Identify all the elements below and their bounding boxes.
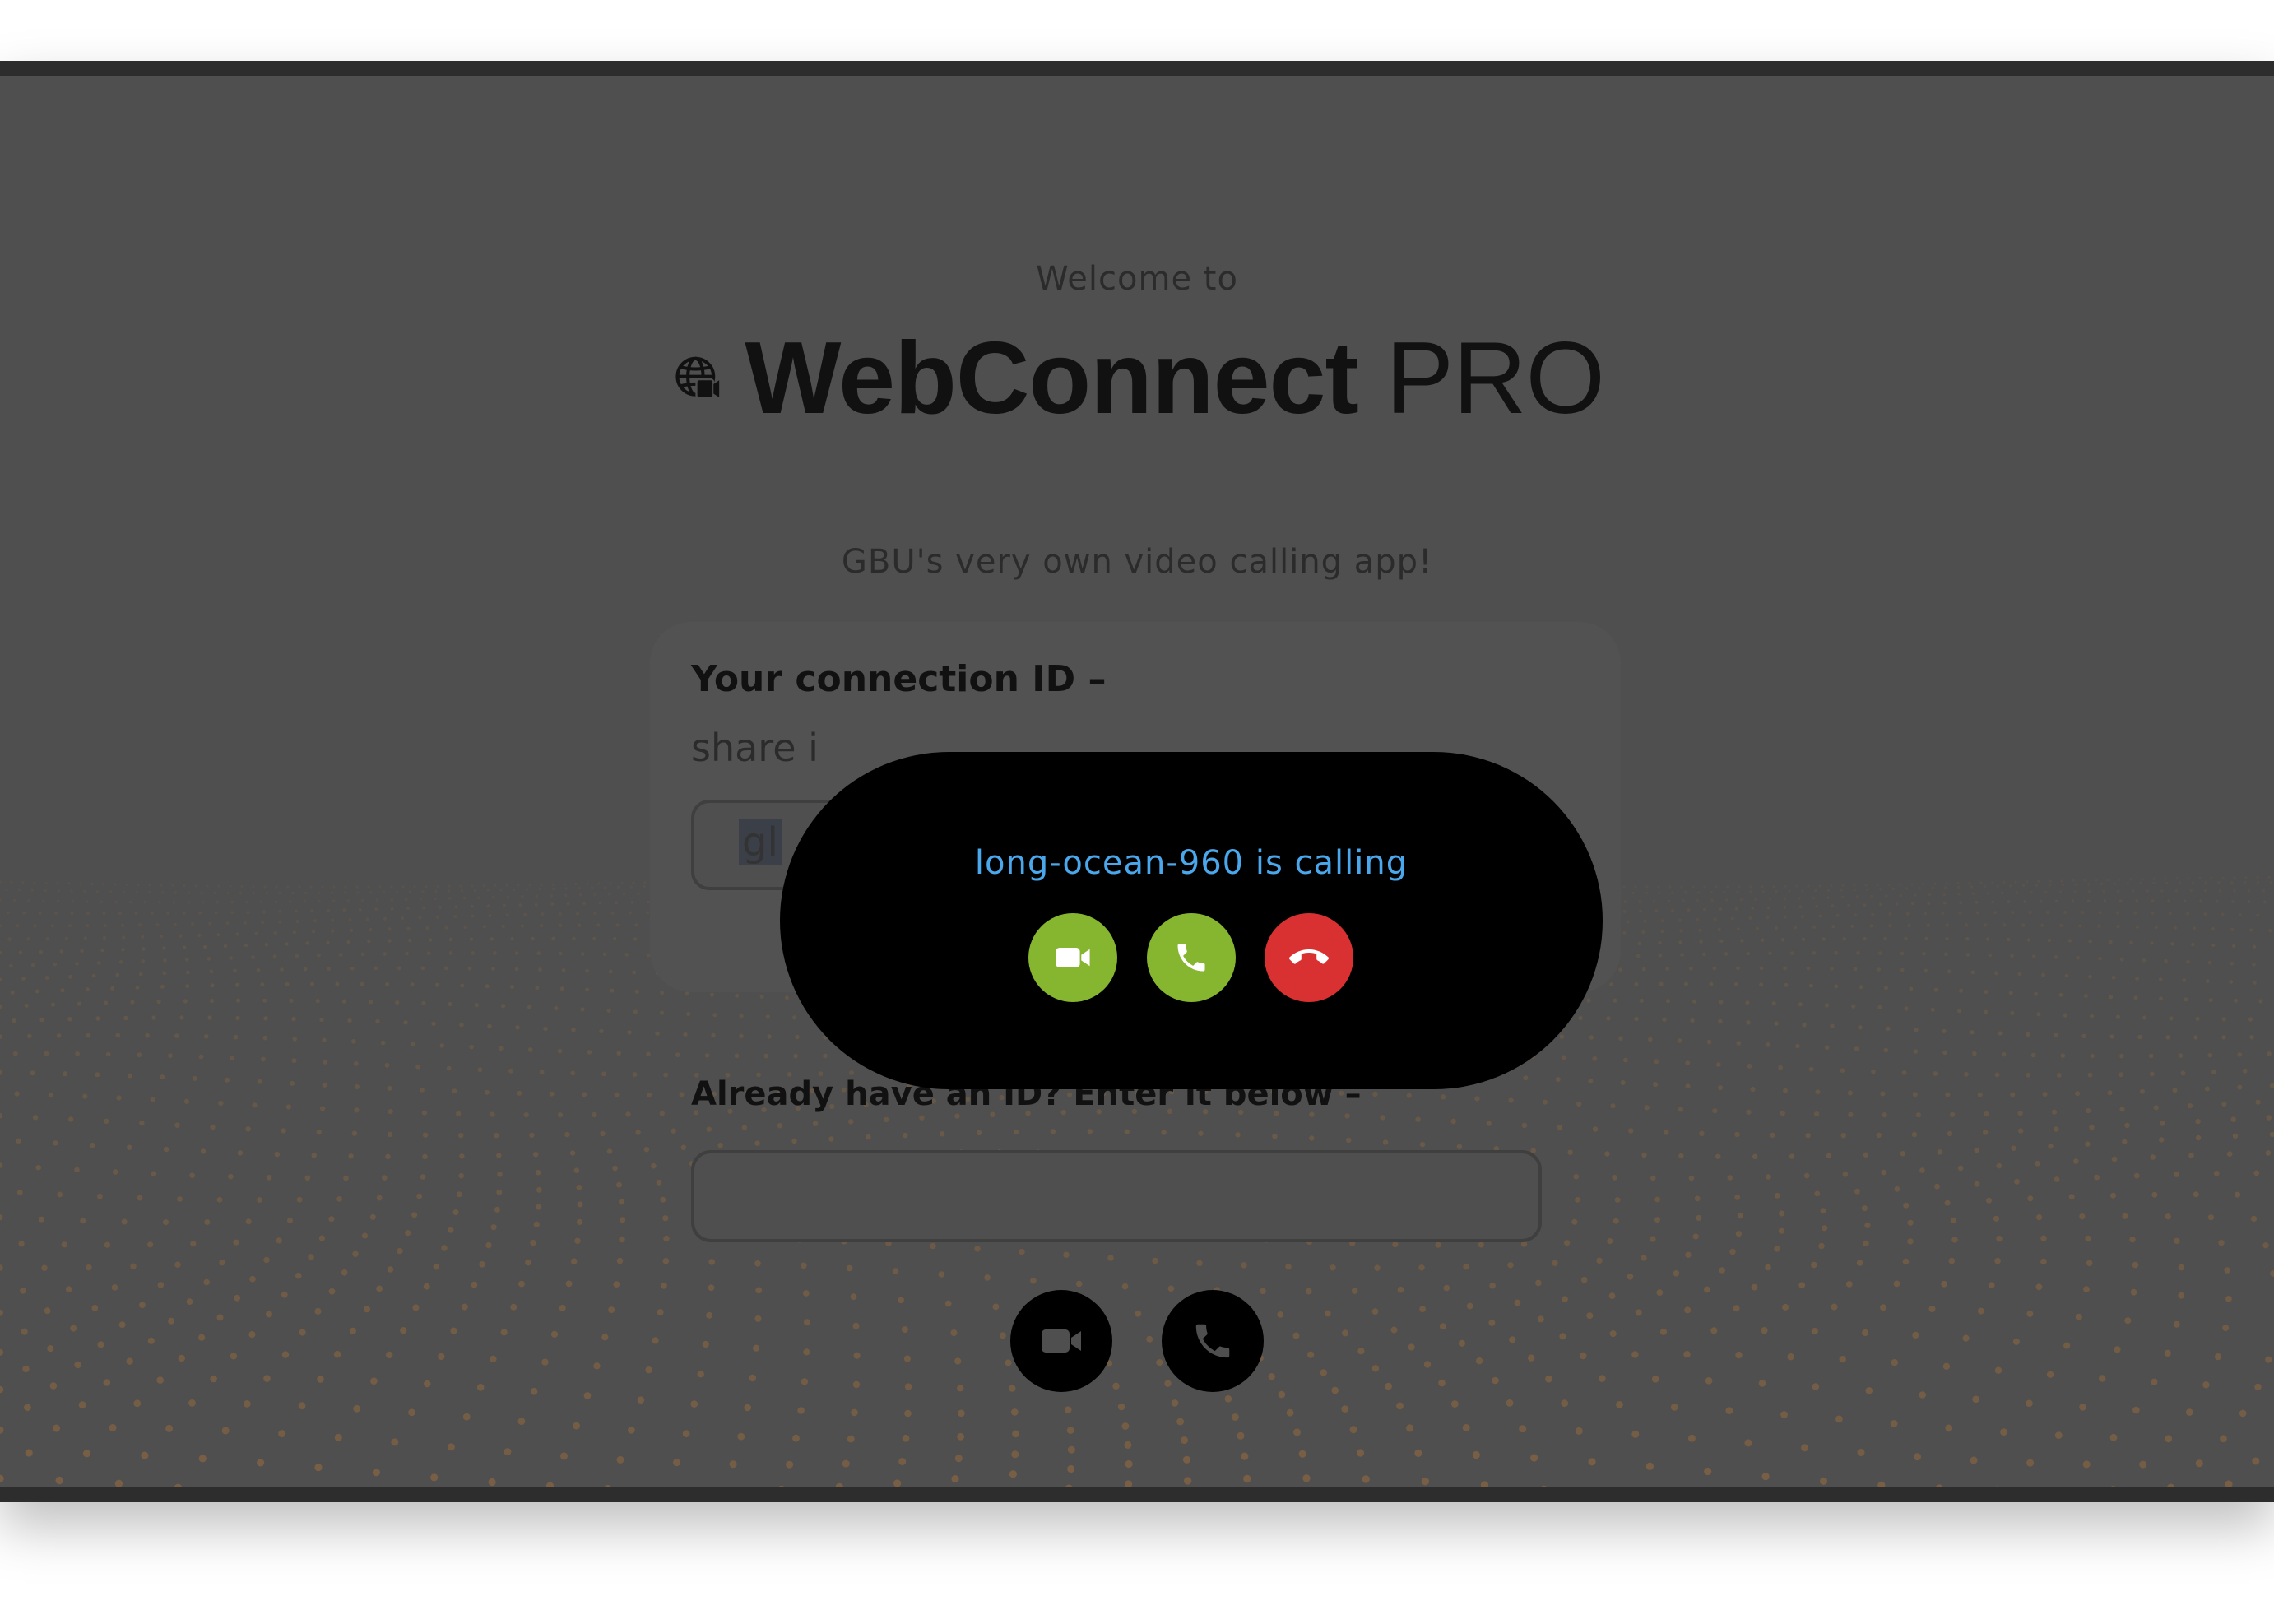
phone-icon bbox=[1195, 1324, 1230, 1358]
caller-text: long-ocean-960 is calling bbox=[974, 844, 1408, 882]
globe-video-icon bbox=[675, 356, 720, 400]
video-camera-icon bbox=[1056, 948, 1090, 967]
tagline: GBU's very own video calling app! bbox=[841, 543, 1433, 581]
connection-id-label: Your connection ID – bbox=[691, 658, 1107, 700]
brand-title: WebConnect PRO bbox=[745, 320, 1605, 437]
incoming-call-popup: long-ocean-960 is calling bbox=[780, 752, 1603, 1089]
brand-logo: WebConnect PRO bbox=[675, 320, 1605, 437]
video-camera-icon bbox=[1042, 1329, 1081, 1353]
phone-hangup-icon bbox=[1289, 949, 1329, 964]
connection-id-value: gl bbox=[739, 819, 782, 865]
accept-voice-call-button[interactable] bbox=[1147, 913, 1236, 1002]
phone-icon bbox=[1177, 944, 1205, 972]
welcome-text: Welcome to bbox=[1036, 260, 1238, 298]
connection-share-hint: share i bbox=[691, 726, 819, 770]
accept-video-call-button[interactable] bbox=[1028, 913, 1117, 1002]
remote-id-input[interactable] bbox=[691, 1150, 1542, 1242]
start-voice-call-button[interactable] bbox=[1162, 1290, 1264, 1392]
app-window: Welcome to WebConnect PRO GBU's very own… bbox=[0, 61, 2274, 1502]
start-video-call-button[interactable] bbox=[1010, 1290, 1112, 1392]
brand-suffix: PRO bbox=[1385, 322, 1605, 435]
brand-name: WebConnect bbox=[745, 322, 1359, 435]
decline-call-button[interactable] bbox=[1265, 913, 1353, 1002]
